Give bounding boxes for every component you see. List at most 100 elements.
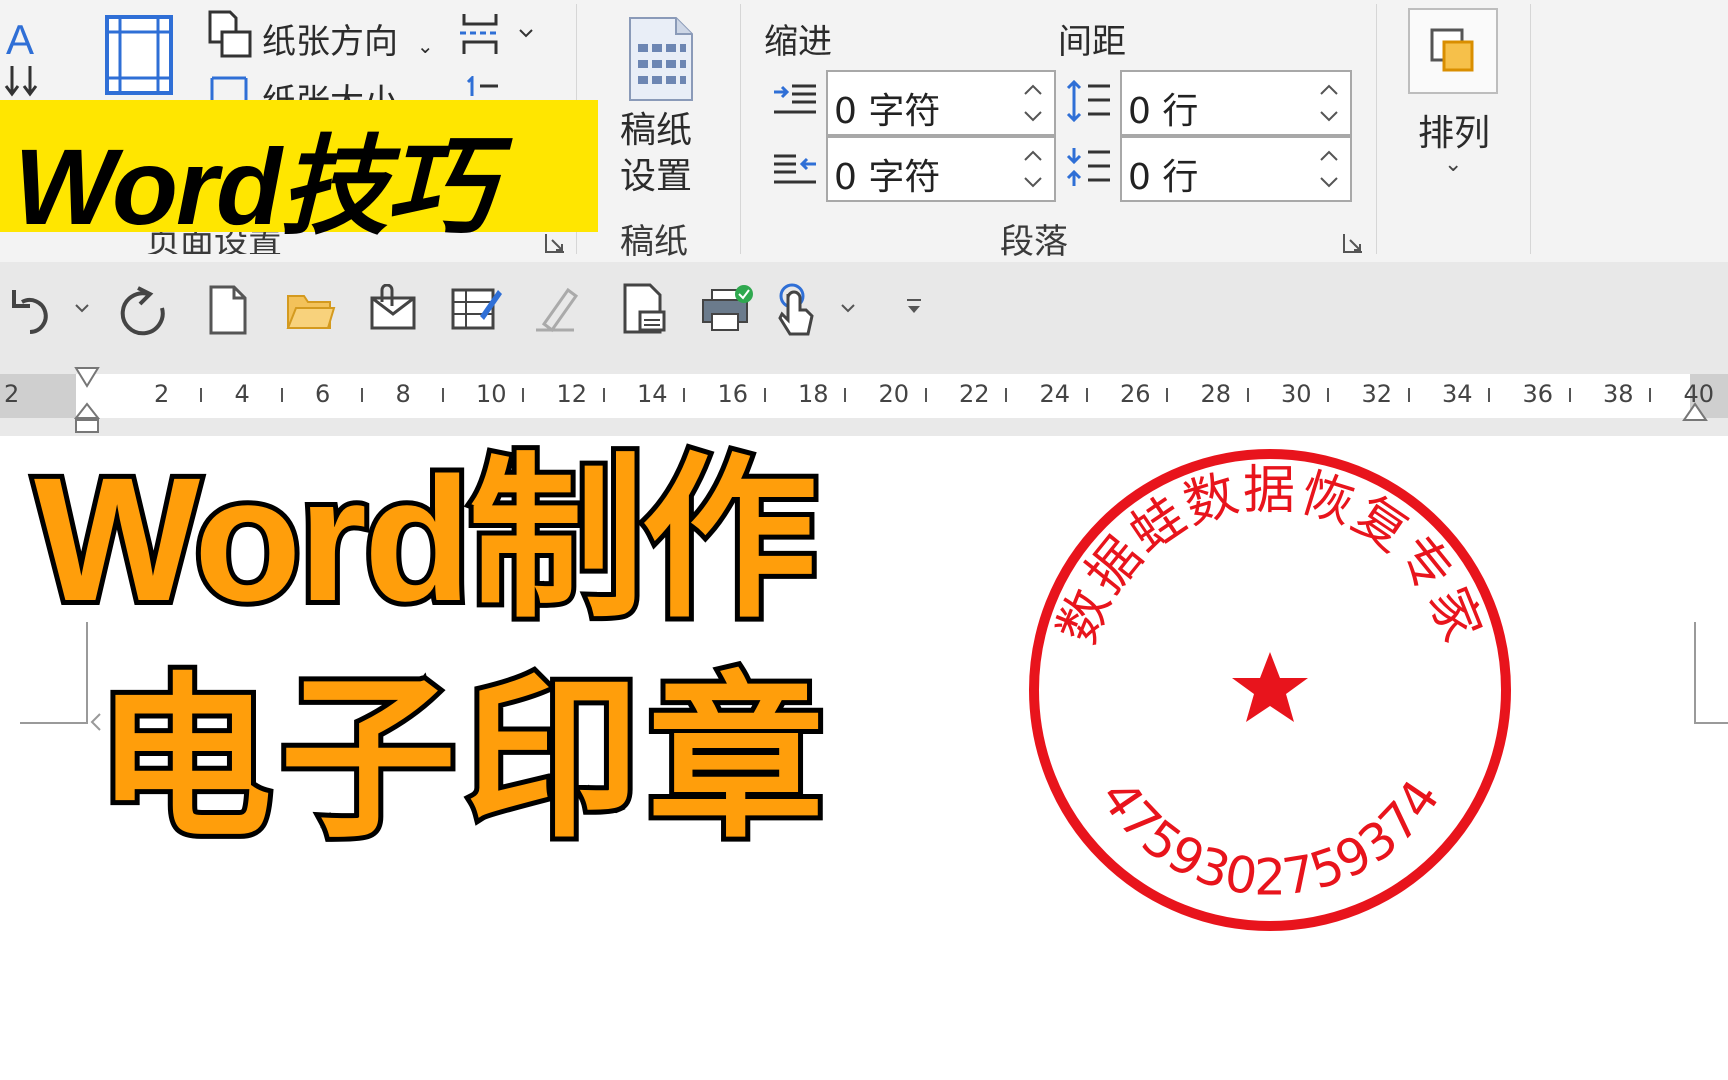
indent-left-input[interactable]: 0 字符 <box>826 70 1056 136</box>
ruler-tick <box>522 388 525 402</box>
print-preview-icon[interactable] <box>622 282 668 336</box>
chevron-down-icon: ⌄ <box>416 34 434 58</box>
right-indent-marker-icon[interactable] <box>1682 402 1708 422</box>
ruler-number: 4 <box>234 380 250 408</box>
ruler-number: 12 <box>556 380 588 408</box>
email-attachment-icon[interactable] <box>368 283 418 332</box>
new-document-icon[interactable] <box>208 284 248 336</box>
ruler-tick <box>1166 388 1169 402</box>
ruler-number: 2 <box>4 380 20 408</box>
title-banner: Word技巧 <box>0 100 598 247</box>
ruler-number: 10 <box>476 380 507 408</box>
arrange-label: 排列 <box>1418 113 1491 154</box>
ruler-tick <box>1649 388 1652 402</box>
print-icon[interactable] <box>700 284 754 332</box>
ruler-tick <box>1407 388 1410 402</box>
first-line-indent-marker-icon[interactable] <box>74 366 100 388</box>
seal-arc-text: 数据蛙数据恢复专家 <box>1048 461 1493 652</box>
ruler-tick <box>1568 388 1571 402</box>
customize-qat-icon[interactable] <box>904 296 924 320</box>
word-window: A 纸张方向 ⌄ 纸张大小 <box>0 0 1728 1080</box>
ruler-number: 26 <box>1120 380 1151 408</box>
dialog-launcher-icon[interactable] <box>544 232 566 254</box>
ruler-number: 38 <box>1603 380 1634 408</box>
ruler-number: 16 <box>717 380 749 408</box>
group-separator <box>1530 4 1531 254</box>
chevron-down-icon[interactable]: ⌄ <box>1444 152 1462 177</box>
electronic-seal[interactable]: 数据蛙数据恢复专家 4759302759374 <box>1020 444 1520 944</box>
orientation-button[interactable]: 纸张方向 ⌄ <box>262 14 434 63</box>
svg-text:A: A <box>6 16 34 63</box>
indent-right-input[interactable]: 0 字符 <box>826 136 1056 202</box>
ruler-number: 34 <box>1442 380 1473 408</box>
ruler-number: 14 <box>637 380 668 408</box>
ruler-tick <box>1327 388 1330 402</box>
spin-down-icon[interactable] <box>1314 104 1344 132</box>
indent-right-value: 0 字符 <box>834 157 941 198</box>
spacing-before-icon <box>1064 78 1112 124</box>
undo-icon[interactable] <box>10 284 60 336</box>
ruler-number: 2 <box>154 380 170 408</box>
breaks-icon[interactable] <box>458 10 538 58</box>
ruler-tick <box>361 388 364 402</box>
touch-mode-icon[interactable] <box>776 282 816 338</box>
ruler-tick <box>1005 388 1008 402</box>
spacing-after-icon <box>1064 144 1112 190</box>
line-numbers-icon[interactable] <box>458 74 538 102</box>
margins-icon[interactable] <box>104 14 176 96</box>
ruler-tick <box>441 388 444 402</box>
text-direction-icon[interactable]: A <box>4 14 48 98</box>
ruler-tick <box>683 388 686 402</box>
spacing-after-input[interactable]: 0 行 <box>1120 136 1352 202</box>
draft-paper-icon <box>624 14 696 104</box>
ruler-number: 22 <box>959 380 990 408</box>
ruler-number: 28 <box>1200 380 1232 408</box>
ruler-tick <box>924 388 927 402</box>
banner-text: Word技巧 <box>14 126 494 247</box>
dialog-launcher-icon[interactable] <box>1342 232 1364 254</box>
open-folder-icon[interactable] <box>286 288 336 332</box>
spin-up-icon[interactable] <box>1314 140 1344 168</box>
paper-size-label: 纸张大小 <box>262 82 398 100</box>
ruler-number: 20 <box>878 380 910 408</box>
spin-up-icon[interactable] <box>1314 74 1344 102</box>
seal-arc-text-path: 数据蛙数据恢复专家 <box>1048 461 1491 652</box>
ruler-number: 8 <box>395 380 411 408</box>
ruler-tick <box>763 388 766 402</box>
draft-settings-button[interactable]: 稿纸 设置 <box>620 108 692 200</box>
spin-down-icon[interactable] <box>1018 104 1048 132</box>
paper-size-button[interactable]: 纸张大小 <box>262 74 398 100</box>
ruler-tick <box>602 388 605 402</box>
orientation-icon <box>206 10 254 60</box>
spin-down-icon[interactable] <box>1018 170 1048 198</box>
touch-dropdown-icon[interactable] <box>838 298 858 318</box>
edit-form-icon[interactable] <box>450 282 502 332</box>
hanging-indent-marker-icon[interactable] <box>73 402 101 434</box>
spin-down-icon[interactable] <box>1314 170 1344 198</box>
crop-mark-left <box>20 722 88 724</box>
spacing-before-value: 0 行 <box>1128 91 1199 132</box>
undo-dropdown-icon[interactable] <box>72 298 92 318</box>
redo-icon[interactable] <box>118 284 170 338</box>
crop-mark-right <box>1694 722 1728 724</box>
ruler-number: 32 <box>1361 380 1393 408</box>
horizontal-ruler[interactable]: 2 2 4 6 8 10 12 14 16 18 20 22 24 26 28 30 32 34 36 38 40 <box>0 374 1728 418</box>
ruler-tick <box>280 388 283 402</box>
spacing-before-input[interactable]: 0 行 <box>1120 70 1352 136</box>
spin-up-icon[interactable] <box>1018 74 1048 102</box>
spin-up-icon[interactable] <box>1018 140 1048 168</box>
ruler-tick <box>844 388 847 402</box>
ruler-tick <box>1246 388 1249 402</box>
ruler-number: 24 <box>1039 380 1071 408</box>
ruler-number: 6 <box>315 380 331 408</box>
indent-left-icon <box>772 80 818 120</box>
signature-icon[interactable] <box>534 284 580 334</box>
spacing-header: 间距 <box>1058 22 1126 62</box>
draft-settings-label-line1: 稿纸 <box>620 110 693 151</box>
spacing-after-value: 0 行 <box>1128 157 1199 198</box>
title-line-1: Word制作 <box>29 437 822 643</box>
crop-mark-right <box>1694 622 1696 724</box>
arrange-button[interactable] <box>1408 8 1498 94</box>
group-separator <box>740 4 741 254</box>
ruler-number: 36 <box>1522 380 1554 408</box>
